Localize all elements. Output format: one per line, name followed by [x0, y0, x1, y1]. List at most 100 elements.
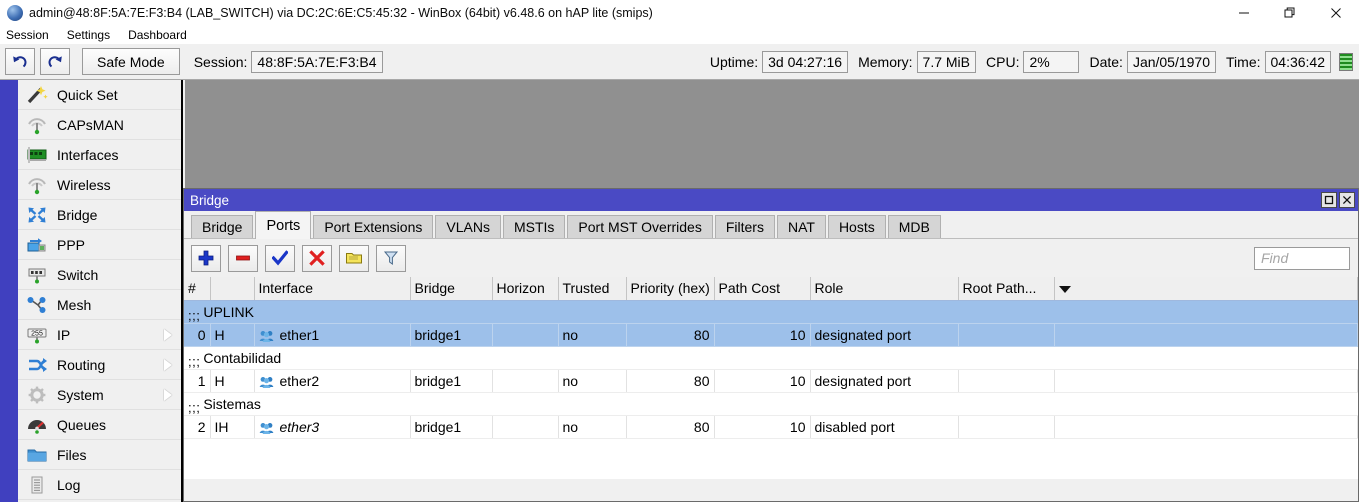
cpu-label: CPU: — [986, 53, 1020, 70]
maximize-button[interactable] — [1267, 0, 1313, 26]
remove-button[interactable] — [228, 244, 258, 272]
find-input[interactable]: Find — [1254, 246, 1350, 270]
column-header-bridge[interactable]: Bridge — [410, 277, 493, 301]
time-value: 04:36:42 — [1264, 50, 1331, 73]
bridge-window-titlebar[interactable]: Bridge — [184, 189, 1358, 211]
enable-button[interactable] — [265, 244, 295, 272]
comment-marker: ;;; — [188, 399, 201, 415]
ports-table-container: # Interface Bridge Horizon Trusted Prior… — [184, 277, 1358, 479]
safe-mode-button[interactable]: Safe Mode — [82, 48, 180, 75]
sidebar-item-interfaces[interactable]: Interfaces — [18, 140, 181, 170]
interface-group-icon — [259, 329, 274, 342]
antenna-icon — [26, 175, 48, 195]
cell-bridge: bridge1 — [410, 415, 493, 439]
column-header-path-cost[interactable]: Path Cost — [714, 277, 811, 301]
sidebar-item-label: IP — [57, 326, 71, 343]
chevron-right-icon — [164, 358, 172, 371]
close-button[interactable] — [1339, 192, 1355, 208]
sidebar-item-mesh[interactable]: Mesh — [18, 290, 181, 320]
tab-port-mst-overrides[interactable]: Port MST Overrides — [567, 215, 713, 238]
sidebar-item-wireless[interactable]: Wireless — [18, 170, 181, 200]
sidebar-item-label: Wireless — [57, 176, 111, 193]
undo-arrow-icon[interactable] — [5, 48, 35, 75]
column-header-trusted[interactable]: Trusted — [558, 277, 627, 301]
tab-mstis[interactable]: MSTIs — [502, 215, 566, 238]
disable-button[interactable] — [302, 244, 332, 272]
cell-role: designated port — [810, 369, 959, 393]
cell-interface-name: ether2 — [279, 372, 320, 389]
sidebar-item-quick-set[interactable]: Quick Set — [18, 80, 181, 110]
menu-item-session[interactable]: Session — [0, 26, 58, 44]
restore-button[interactable] — [1321, 192, 1337, 208]
cell-trusted: no — [558, 415, 627, 439]
cell-path-cost: 10 — [714, 369, 811, 393]
table-comment-row[interactable]: ;;; Sistemas — [184, 392, 1358, 416]
bridge-arrows-icon — [26, 205, 48, 225]
memory-value: 7.7 MiB — [916, 50, 977, 73]
table-row[interactable]: 1 H ether2 bridge1 no 80 10 designated p… — [184, 369, 1358, 393]
window-controls — [1221, 0, 1359, 26]
cell-trusted: no — [558, 323, 627, 347]
tab-bridge[interactable]: Bridge — [191, 215, 254, 238]
comment-cell: ;;; Sistemas — [184, 392, 1358, 416]
column-chooser-button[interactable] — [1054, 277, 1358, 301]
cell-root-path — [958, 323, 1055, 347]
column-header-flags[interactable] — [210, 277, 255, 301]
cell-priority: 80 — [626, 369, 715, 393]
table-comment-row[interactable]: ;;; Contabilidad — [184, 346, 1358, 370]
sidebar-item-routing[interactable]: Routing — [18, 350, 181, 380]
sidebar-item-capsman[interactable]: CAPsMAN — [18, 110, 181, 140]
svg-text:255: 255 — [31, 330, 43, 337]
cell-spacer — [1054, 323, 1358, 347]
comment-text: Contabilidad — [203, 349, 282, 366]
minimize-button[interactable] — [1221, 0, 1267, 26]
tab-port-extensions[interactable]: Port Extensions — [313, 215, 434, 238]
table-row[interactable]: 2 IH ether3 bridge1 no 80 10 disabled po… — [184, 415, 1358, 439]
table-row[interactable]: 0 H ether1 bridge1 no 80 10 designated p… — [184, 323, 1358, 347]
main-toolbar: Safe Mode Session: 48:8F:5A:7E:F3:B4 Upt… — [0, 44, 1359, 80]
cell-flags: H — [210, 323, 255, 347]
column-header-root-path[interactable]: Root Path... — [958, 277, 1055, 301]
tab-ports[interactable]: Ports — [255, 211, 312, 239]
sidebar-item-log[interactable]: Log — [18, 470, 181, 500]
sidebar-item-ppp[interactable]: PPP — [18, 230, 181, 260]
column-header-horizon[interactable]: Horizon — [492, 277, 559, 301]
sidebar-item-label: Quick Set — [57, 86, 118, 103]
column-header-role[interactable]: Role — [810, 277, 959, 301]
sidebar-item-queues[interactable]: Queues — [18, 410, 181, 440]
time-label: Time: — [1226, 53, 1261, 70]
tab-mdb[interactable]: MDB — [887, 215, 941, 238]
cell-interface-name: ether1 — [279, 326, 320, 343]
column-header-priority[interactable]: Priority (hex) — [626, 277, 715, 301]
redo-arrow-icon[interactable] — [40, 48, 70, 75]
tab-nat[interactable]: NAT — [776, 215, 826, 238]
interface-group-icon — [259, 421, 274, 434]
sidebar-item-ip[interactable]: 255 IP — [18, 320, 181, 350]
comment-cell: ;;; Contabilidad — [184, 346, 1358, 370]
cell-role: designated port — [810, 323, 959, 347]
sidebar-item-files[interactable]: Files — [18, 440, 181, 470]
column-header-interface[interactable]: Interface — [254, 277, 411, 301]
sidebar-item-label: Interfaces — [57, 146, 119, 163]
tab-hosts[interactable]: Hosts — [827, 215, 886, 238]
close-button[interactable] — [1313, 0, 1359, 26]
filter-button[interactable] — [376, 244, 406, 272]
sidebar-item-switch[interactable]: Switch — [18, 260, 181, 290]
tab-vlans[interactable]: VLANs — [435, 215, 501, 238]
tab-filters[interactable]: Filters — [714, 215, 775, 238]
gear-icon — [26, 385, 48, 405]
gauge-icon — [26, 415, 48, 435]
add-button[interactable] — [191, 244, 221, 272]
column-header-index[interactable]: # — [184, 277, 211, 301]
menu-item-settings[interactable]: Settings — [58, 26, 119, 44]
magic-wand-icon — [26, 85, 48, 105]
sidebar-item-bridge[interactable]: Bridge — [18, 200, 181, 230]
memory-label: Memory: — [858, 53, 913, 70]
chevron-down-icon — [1058, 286, 1071, 294]
chevron-right-icon — [164, 328, 172, 341]
table-comment-row[interactable]: ;;; UPLINK — [184, 300, 1358, 324]
sidebar-item-label: PPP — [57, 236, 86, 253]
comment-button[interactable] — [339, 244, 369, 272]
sidebar-item-system[interactable]: System — [18, 380, 181, 410]
menu-item-dashboard[interactable]: Dashboard — [119, 26, 196, 44]
